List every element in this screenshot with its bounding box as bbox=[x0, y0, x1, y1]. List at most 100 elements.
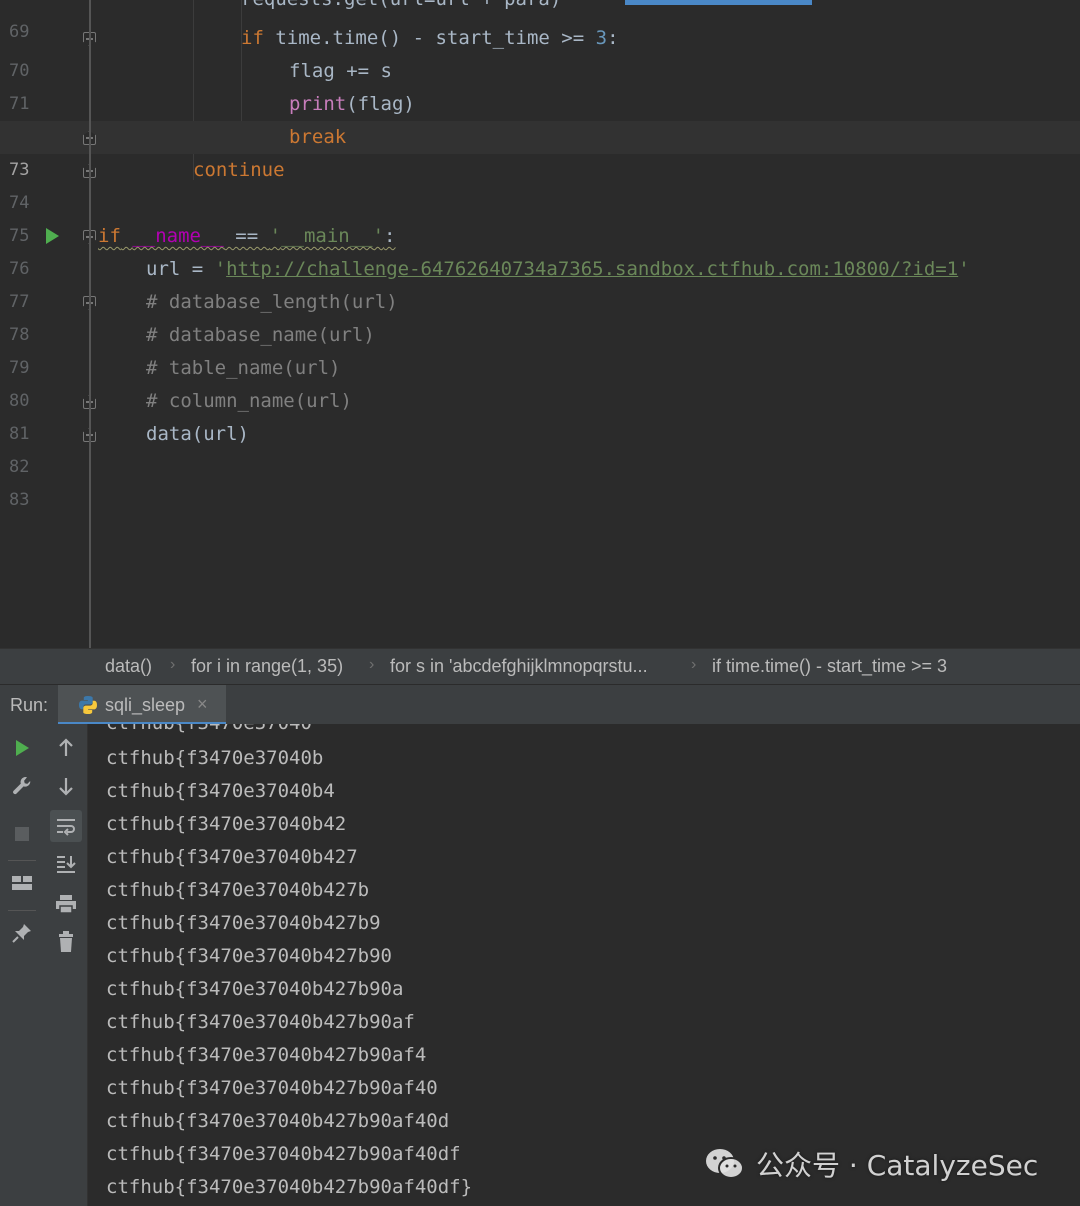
string-quote: ' bbox=[214, 258, 227, 280]
layout-button[interactable] bbox=[6, 867, 38, 899]
output-line: ctfhub{f3470e37040b42 bbox=[106, 813, 347, 835]
run-panel-header: Run: sqli_sleep × bbox=[0, 684, 1080, 725]
arrow-down-icon bbox=[59, 778, 73, 796]
output-line: ctfhub{f3470e37040b427b90a bbox=[106, 978, 404, 1000]
colon: : bbox=[384, 225, 396, 247]
soft-wrap-button[interactable] bbox=[50, 810, 82, 842]
builtin-function: print bbox=[289, 93, 347, 115]
trash-icon bbox=[59, 931, 73, 952]
output-line: ctfhub{f3470e37040b427b90 bbox=[106, 945, 392, 967]
code-line: 78 # database_length(url) bbox=[0, 286, 1080, 345]
comment: # database_length(url) bbox=[146, 291, 398, 313]
code-text: : bbox=[607, 27, 619, 49]
code-text: (flag) bbox=[346, 93, 415, 115]
output-line: ctfhub{f3470e37040b427 bbox=[106, 846, 358, 868]
run-label: Run: bbox=[10, 695, 49, 715]
output-line: ctfhub{f3470e37040b bbox=[106, 747, 324, 769]
comment: # database_name(url) bbox=[146, 324, 375, 346]
comment: # column_name(url) bbox=[146, 390, 352, 412]
output-line: ctfhub{f3470e37040b427b90af40d bbox=[106, 1110, 450, 1132]
up-button[interactable] bbox=[50, 732, 82, 764]
output-line: ctfhub{f3470e37040b427b90af4 bbox=[106, 1044, 427, 1066]
output-line: ctfhub{f3470e37040b427b bbox=[106, 879, 370, 901]
output-line: ctfhub{f3470e37040b427b9 bbox=[106, 912, 381, 934]
toolbar-divider bbox=[8, 910, 36, 911]
arrow-up-icon bbox=[59, 738, 73, 756]
code-line: 81 # column_name(url) bbox=[0, 385, 1080, 444]
gutter-separator bbox=[89, 0, 91, 648]
run-tab-label: sqli_sleep bbox=[105, 695, 186, 715]
code-line: 72 print(flag) bbox=[0, 88, 1080, 147]
run-icon[interactable] bbox=[46, 228, 59, 244]
chevron-right-icon: › bbox=[691, 656, 697, 673]
chevron-right-icon: › bbox=[170, 656, 176, 673]
code-line: 74 continue bbox=[0, 154, 1080, 213]
keyword: break bbox=[289, 126, 347, 148]
console-output[interactable]: ctfhub{f3470e37040 ctfhub{f3470e37040b c… bbox=[88, 724, 1080, 1206]
comment: # table_name(url) bbox=[146, 357, 341, 379]
python-icon bbox=[79, 696, 97, 714]
clear-button[interactable] bbox=[50, 926, 82, 958]
breadcrumb-item[interactable]: for i in range(1, 35) bbox=[191, 656, 343, 677]
chevron-right-icon: › bbox=[369, 656, 375, 673]
breadcrumb-item[interactable]: for s in 'abcdefghijklmnopqrstu... bbox=[390, 656, 648, 677]
code-text: flag += s bbox=[289, 60, 392, 82]
number-literal: 3 bbox=[595, 27, 608, 49]
close-icon[interactable]: × bbox=[197, 694, 208, 715]
pin-icon bbox=[12, 924, 31, 943]
print-button[interactable] bbox=[50, 888, 82, 920]
breadcrumb-item[interactable]: if time.time() - start_time >= 3 bbox=[712, 656, 947, 677]
keyword: if bbox=[98, 225, 121, 247]
run-toolbar-primary bbox=[0, 724, 44, 1206]
url-link[interactable]: http://challenge-64762640734a7365.sandbo… bbox=[226, 258, 958, 280]
code-line: 75 bbox=[0, 187, 1080, 246]
run-toolbar-secondary bbox=[44, 724, 88, 1206]
string-literal: __main__ bbox=[281, 225, 373, 247]
scroll-to-end-icon bbox=[57, 856, 76, 873]
string-quote: ' bbox=[958, 258, 970, 280]
soft-wrap-icon bbox=[57, 819, 75, 836]
string-quote: ' bbox=[269, 225, 282, 247]
layout-icon bbox=[12, 876, 32, 890]
code-text: requests.get(url=url + para) bbox=[241, 0, 561, 16]
output-line: ctfhub{f3470e37040b427b90af bbox=[106, 1011, 415, 1033]
toolbar-divider bbox=[8, 860, 36, 861]
operator: == bbox=[223, 225, 270, 247]
pin-button[interactable] bbox=[6, 917, 38, 949]
output-line: ctfhub{f3470e37040b427b90af40 bbox=[106, 1077, 438, 1099]
settings-button[interactable] bbox=[6, 770, 38, 802]
code-line: 80 # table_name(url) bbox=[0, 352, 1080, 411]
print-icon bbox=[56, 895, 76, 914]
code-text: time.time() - start_time >= bbox=[263, 27, 596, 49]
code-text: data(url) bbox=[146, 423, 249, 445]
watermark: 公众号 · CatalyzeSec bbox=[704, 1142, 1038, 1186]
breadcrumb-item[interactable]: data() bbox=[105, 656, 152, 677]
code-line: 69 requests.get(url=url + para) bbox=[0, 0, 1080, 42]
code-line-current: 73 break bbox=[0, 121, 1080, 180]
output-line: ctfhub{f3470e37040b427b90af40df bbox=[106, 1143, 461, 1165]
output-line: ctfhub{f3470e37040b427b90af40df} bbox=[106, 1176, 473, 1198]
keyword: continue bbox=[193, 159, 285, 181]
down-button[interactable] bbox=[50, 770, 82, 802]
code-line: 77 url = 'http://challenge-64762640734a7… bbox=[0, 253, 1080, 312]
scroll-to-end-button[interactable] bbox=[50, 848, 82, 880]
code-text: url = bbox=[146, 258, 215, 280]
stop-button[interactable] bbox=[6, 818, 38, 850]
run-icon bbox=[16, 740, 29, 756]
breadcrumb: data() › for i in range(1, 35) › for s i… bbox=[0, 648, 1080, 684]
code-editor[interactable]: 69 requests.get(url=url + para) 70 if ti… bbox=[0, 0, 1080, 648]
output-line: ctfhub{f3470e37040 bbox=[106, 724, 312, 740]
string-quote: ' bbox=[372, 225, 385, 247]
stop-icon bbox=[15, 827, 29, 841]
dunder-name: __name__ bbox=[132, 225, 224, 247]
rerun-button[interactable] bbox=[6, 732, 38, 764]
line-number: 83 bbox=[9, 490, 30, 510]
code-line: 83 bbox=[0, 451, 1080, 510]
run-tab[interactable]: sqli_sleep × bbox=[58, 685, 226, 725]
watermark-text: 公众号 · CatalyzeSec bbox=[756, 1149, 1039, 1182]
code-line: 79 # database_name(url) bbox=[0, 319, 1080, 378]
code-line: 82 data(url) bbox=[0, 418, 1080, 477]
code-line: 70 if time.time() - start_time >= 3: bbox=[0, 22, 1080, 81]
wechat-icon bbox=[706, 1149, 744, 1179]
wrench-icon bbox=[13, 776, 31, 795]
